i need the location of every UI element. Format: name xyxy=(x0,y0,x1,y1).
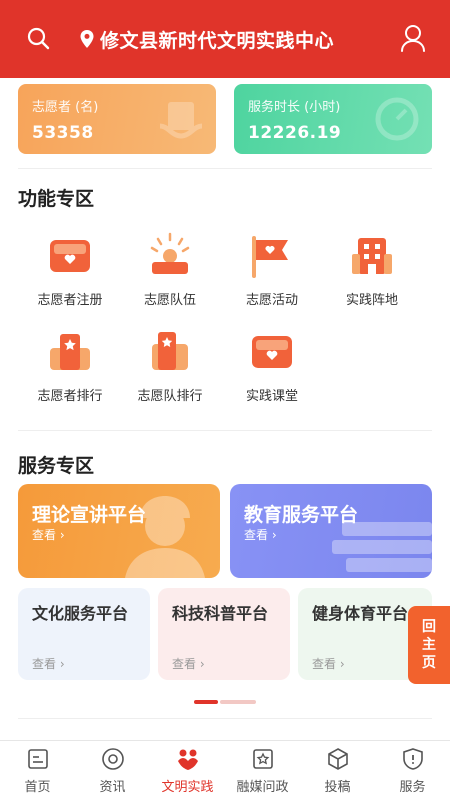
top-header: 修文县新时代文明实践中心 xyxy=(0,0,450,78)
center-title[interactable]: 修文县新时代文明实践中心 xyxy=(80,26,334,52)
function-label: 实践课堂 xyxy=(245,389,298,404)
team-icon xyxy=(150,232,190,274)
card-title: 教育服务平台 xyxy=(244,504,359,526)
carousel-indicator xyxy=(194,700,256,704)
news-icon xyxy=(101,748,124,770)
view-more-link[interactable]: 查看 › xyxy=(32,526,65,543)
star-badge-icon xyxy=(252,749,273,769)
function-section-title: 功能专区 xyxy=(18,188,95,210)
divider xyxy=(18,168,432,169)
tab-submit[interactable]: 投稿 xyxy=(300,741,375,800)
box-icon xyxy=(327,748,348,770)
classroom-icon xyxy=(252,336,292,368)
divider xyxy=(18,718,432,719)
indicator-inactive xyxy=(220,700,256,704)
user-profile-icon[interactable] xyxy=(400,24,426,52)
function-team-ranking[interactable]: 志愿队排行 xyxy=(120,326,220,404)
search-icon[interactable] xyxy=(26,26,50,50)
function-volunteer-team[interactable]: 志愿队伍 xyxy=(120,230,220,308)
location-pin-icon xyxy=(80,30,94,48)
volunteer-count-card[interactable]: 志愿者 (名) 53358 xyxy=(18,84,216,154)
view-more-link[interactable]: 查看 › xyxy=(312,655,345,672)
culture-platform-card[interactable]: 文化服务平台 查看 › xyxy=(18,588,150,680)
function-label: 志愿者排行 xyxy=(37,389,103,404)
tab-home[interactable]: 首页 xyxy=(0,741,75,800)
page-title: 修文县新时代文明实践中心 xyxy=(100,29,335,52)
function-label: 实践阵地 xyxy=(345,293,398,308)
civilization-icon xyxy=(177,749,198,770)
view-more-link[interactable]: 查看 › xyxy=(32,655,65,672)
home-icon xyxy=(27,749,48,769)
tab-news[interactable]: 资讯 xyxy=(75,741,150,800)
function-label: 志愿者注册 xyxy=(37,293,103,308)
divider xyxy=(18,430,432,431)
card-title: 健身体育平台 xyxy=(312,604,409,623)
team-ranking-icon xyxy=(152,332,188,370)
view-more-link[interactable]: 查看 › xyxy=(172,655,205,672)
education-platform-card[interactable]: 教育服务平台 查看 › xyxy=(230,484,432,578)
hands-icon xyxy=(159,102,203,139)
function-practice-base[interactable]: 实践阵地 xyxy=(322,230,422,308)
tab-civilization[interactable]: 文明实践 xyxy=(150,741,225,800)
function-label: 志愿队伍 xyxy=(143,293,196,308)
back-home-button[interactable]: 回 主 页 xyxy=(408,606,450,684)
service-shield-icon xyxy=(402,748,423,770)
ranking-icon xyxy=(50,334,90,370)
tab-service[interactable]: 服务 xyxy=(375,741,450,800)
science-platform-card[interactable]: 科技科普平台 查看 › xyxy=(158,588,290,680)
gauge-icon xyxy=(375,97,419,141)
card-title: 文化服务平台 xyxy=(32,604,129,623)
function-volunteer-register[interactable]: 志愿者注册 xyxy=(20,230,120,308)
card-title: 理论宣讲平台 xyxy=(32,504,147,526)
theory-platform-card[interactable]: 理论宣讲平台 查看 › xyxy=(18,484,220,578)
function-label: 志愿活动 xyxy=(245,293,298,308)
card-title: 科技科普平台 xyxy=(172,604,269,623)
function-label: 志愿队排行 xyxy=(137,389,203,404)
flag-icon xyxy=(252,236,288,278)
view-more-link[interactable]: 查看 › xyxy=(244,526,277,543)
function-volunteer-activity[interactable]: 志愿活动 xyxy=(222,230,322,308)
bottom-tab-bar: 首页 资讯 文明实践 融媒问政 投稿 服务 xyxy=(0,740,450,800)
tab-media[interactable]: 融媒问政 xyxy=(225,741,300,800)
building-icon xyxy=(352,238,392,274)
indicator-active xyxy=(194,700,218,704)
function-practice-classroom[interactable]: 实践课堂 xyxy=(222,326,322,404)
service-section-title: 服务专区 xyxy=(18,455,95,477)
service-hours-card[interactable]: 服务时长 (小时) 12226.19 xyxy=(234,84,432,154)
function-volunteer-ranking[interactable]: 志愿者排行 xyxy=(20,326,120,404)
id-card-icon xyxy=(50,240,90,272)
